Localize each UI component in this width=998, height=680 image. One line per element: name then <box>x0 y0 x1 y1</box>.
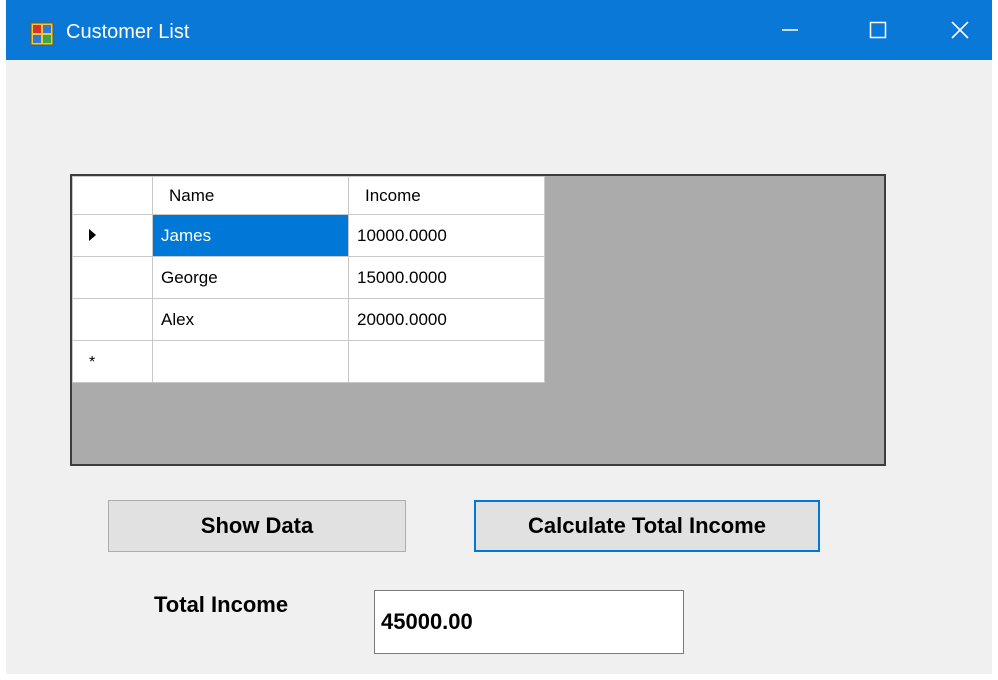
grid-cell-income[interactable]: 10000.0000 <box>348 214 545 257</box>
app-window-icon[interactable] <box>30 22 54 46</box>
customer-list-window: Customer List Name Income James 10000.00… <box>0 0 998 680</box>
grid-cell-name[interactable]: Alex <box>152 298 349 341</box>
grid-cell-income[interactable]: 15000.0000 <box>348 256 545 299</box>
total-income-label: Total Income <box>154 592 289 617</box>
table-row[interactable]: James 10000.0000 <box>72 214 545 257</box>
maximize-icon <box>869 21 887 39</box>
grid-header-row: Name Income <box>72 176 545 215</box>
current-row-arrow-icon <box>89 228 96 241</box>
new-row-asterisk-icon: * <box>89 353 96 371</box>
show-data-button[interactable]: Show Data <box>108 500 406 552</box>
row-header[interactable]: * <box>72 340 153 383</box>
table-row[interactable]: Alex 20000.0000 <box>72 298 545 341</box>
grid-corner-header[interactable] <box>72 176 153 215</box>
maximize-button[interactable] <box>834 0 922 60</box>
minimize-button[interactable] <box>746 0 834 60</box>
row-header[interactable] <box>72 214 153 257</box>
title-bar[interactable]: Customer List <box>6 0 992 60</box>
column-header-income[interactable]: Income <box>348 176 545 215</box>
close-icon <box>951 21 969 39</box>
close-button[interactable] <box>916 0 998 60</box>
total-income-field[interactable] <box>374 590 684 654</box>
row-header[interactable] <box>72 298 153 341</box>
calculate-total-income-button[interactable]: Calculate Total Income <box>474 500 820 552</box>
row-header[interactable] <box>72 256 153 299</box>
grid-cell-income[interactable]: 20000.0000 <box>348 298 545 341</box>
window-title: Customer List <box>66 21 190 43</box>
new-row[interactable]: * <box>72 340 545 383</box>
customer-data-grid[interactable]: Name Income James 10000.0000 George 1500… <box>70 174 886 466</box>
grid-cell-name[interactable]: James <box>152 214 349 257</box>
column-header-name[interactable]: Name <box>152 176 349 215</box>
client-area: Name Income James 10000.0000 George 1500… <box>6 60 992 674</box>
grid-table: Name Income James 10000.0000 George 1500… <box>72 176 545 383</box>
grid-cell-name[interactable]: George <box>152 256 349 299</box>
grid-cell-income[interactable] <box>348 340 545 383</box>
minimize-icon <box>782 29 798 31</box>
table-row[interactable]: George 15000.0000 <box>72 256 545 299</box>
grid-cell-name[interactable] <box>152 340 349 383</box>
